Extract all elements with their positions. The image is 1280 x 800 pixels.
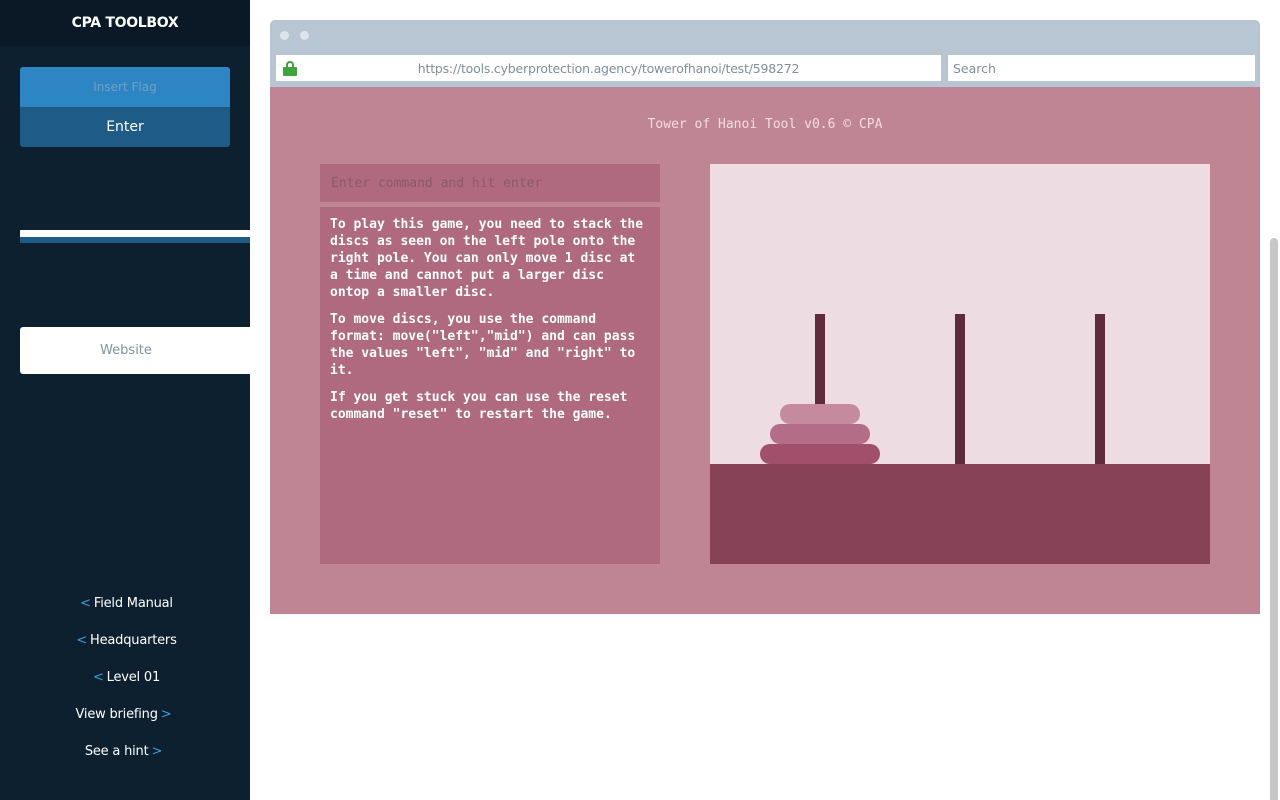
nav-label: Level 01 xyxy=(106,670,161,685)
sidebar-divider-highlight xyxy=(20,230,250,237)
sidebar-nav: < Field Manual < Headquarters < Level 01… xyxy=(0,585,250,770)
chevron-right-icon: > xyxy=(151,744,163,759)
hanoi-game-board xyxy=(710,164,1210,564)
nav-label: View briefing xyxy=(75,707,158,722)
flag-input[interactable] xyxy=(20,67,230,107)
window-dot-icon[interactable] xyxy=(280,31,289,40)
disc-size-2 xyxy=(770,424,870,444)
nav-see-a-hint[interactable]: See a hint > xyxy=(0,733,250,770)
instructions-paragraph: To play this game, you need to stack the… xyxy=(330,217,644,300)
lock-icon xyxy=(283,61,297,76)
tool-title: Tower of Hanoi Tool v0.6 © CPA xyxy=(647,117,883,132)
game-base xyxy=(710,464,1210,564)
disc-size-3 xyxy=(760,444,880,464)
address-bar[interactable]: https://tools.cyberprotection.agency/tow… xyxy=(276,55,941,81)
pole-mid xyxy=(955,314,965,464)
scrollbar[interactable] xyxy=(1270,238,1278,800)
instructions-paragraph: If you get stuck you can use the reset c… xyxy=(330,390,628,422)
url-text: https://tools.cyberprotection.agency/tow… xyxy=(417,60,800,76)
sidebar: CPA TOOLBOX Enter Website < Field Manual… xyxy=(0,0,250,800)
nav-label: Headquarters xyxy=(90,633,177,648)
nav-label: See a hint xyxy=(84,744,149,759)
pole-right xyxy=(1095,314,1105,464)
nav-level-01[interactable]: < Level 01 xyxy=(0,659,250,696)
disc-size-1 xyxy=(780,404,860,424)
nav-view-briefing[interactable]: View briefing > xyxy=(0,696,250,733)
chevron-left-icon: < xyxy=(76,633,88,648)
nav-label: Field Manual xyxy=(93,596,173,611)
instructions-panel: To play this game, you need to stack the… xyxy=(320,207,660,564)
chevron-left-icon: < xyxy=(92,670,104,685)
website-button[interactable]: Website xyxy=(20,327,250,374)
browser-search-input[interactable] xyxy=(948,55,1255,81)
nav-headquarters[interactable]: < Headquarters xyxy=(0,622,250,659)
browser-window: https://tools.cyberprotection.agency/tow… xyxy=(270,20,1260,614)
enter-button[interactable]: Enter xyxy=(20,107,230,147)
tool-content: Tower of Hanoi Tool v0.6 © CPA To play t… xyxy=(270,87,1260,614)
instructions-paragraph: To move discs, you use the command forma… xyxy=(330,312,636,378)
chevron-left-icon: < xyxy=(80,596,91,611)
brand-title: CPA TOOLBOX xyxy=(0,0,250,46)
nav-field-manual[interactable]: < Field Manual xyxy=(0,585,250,622)
browser-titlebar: https://tools.cyberprotection.agency/tow… xyxy=(270,20,1260,87)
chevron-right-icon: > xyxy=(160,707,172,722)
command-input[interactable] xyxy=(320,164,660,202)
window-dot-icon[interactable] xyxy=(300,31,309,40)
